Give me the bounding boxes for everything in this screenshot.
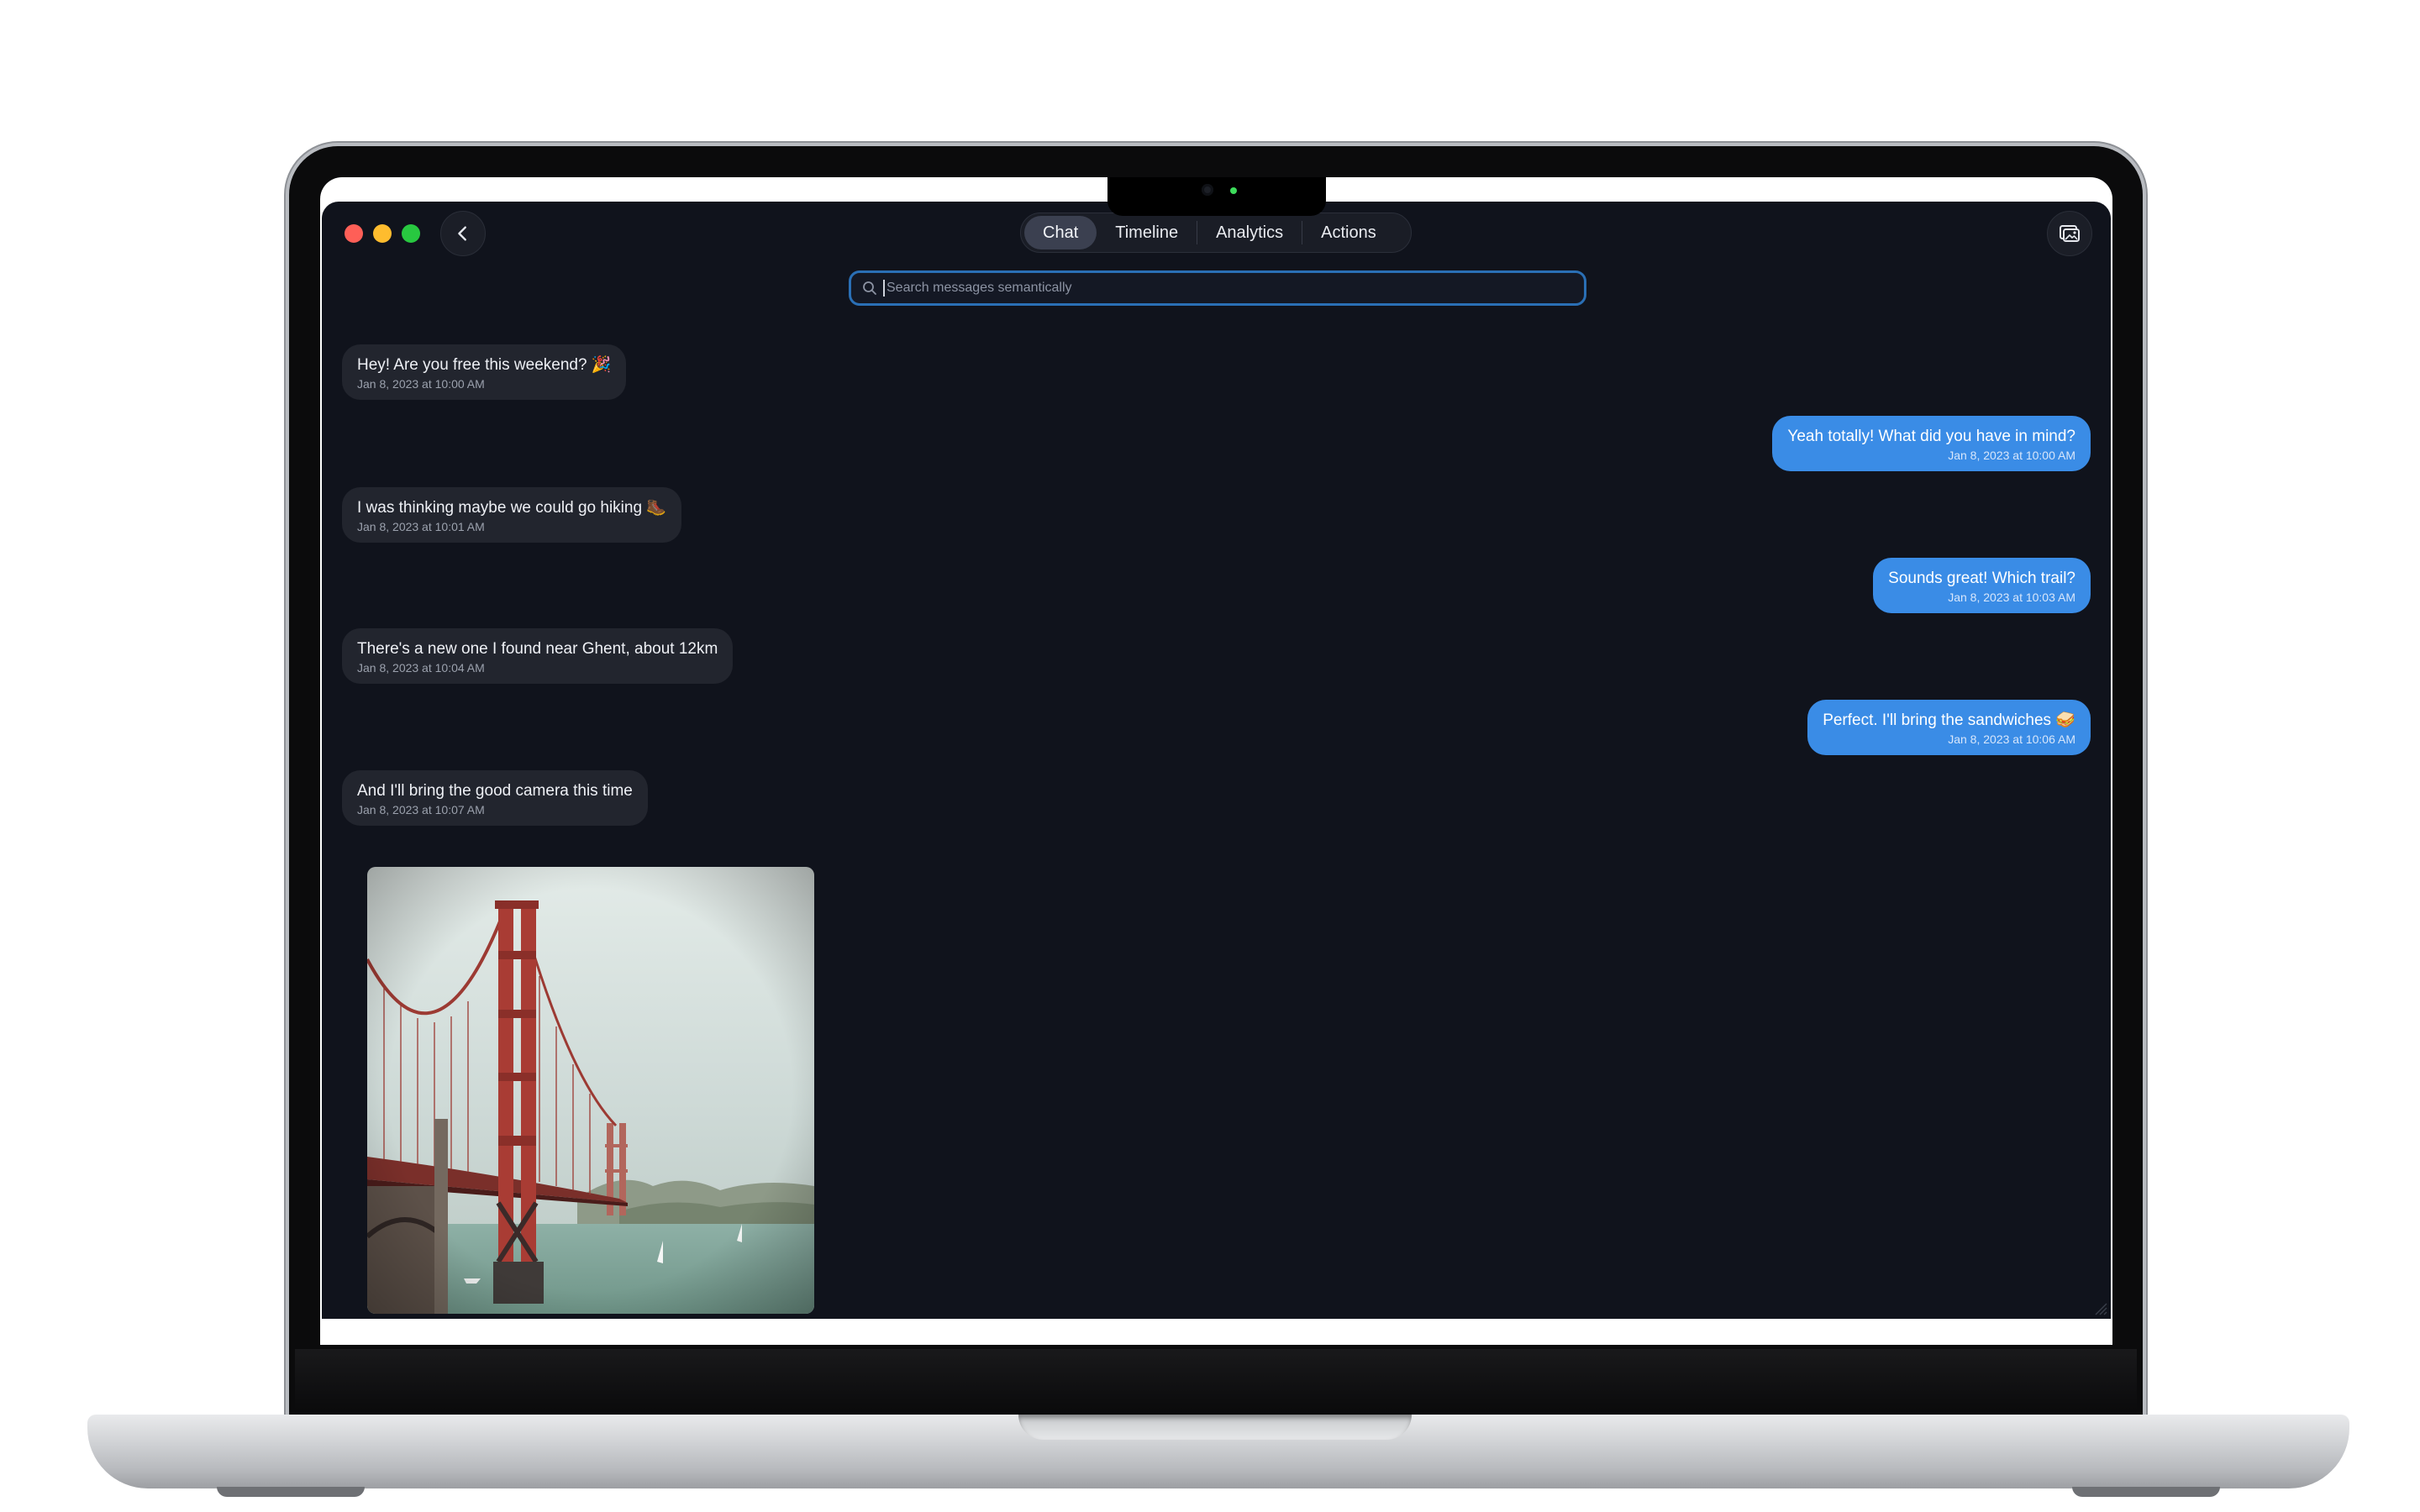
- magnifier-icon: [863, 281, 876, 295]
- window-close-button[interactable]: [345, 224, 363, 243]
- window-zoom-button[interactable]: [402, 224, 420, 243]
- camera-notch: [1107, 177, 1326, 216]
- resize-grip-icon[interactable]: [2092, 1300, 2107, 1315]
- message-text: I was thinking maybe we could go hiking …: [357, 499, 666, 517]
- tab-timeline[interactable]: Timeline: [1097, 216, 1197, 249]
- message-text: Hey! Are you free this weekend? 🎉: [357, 356, 612, 374]
- message-incoming[interactable]: Hey! Are you free this weekend? 🎉 Jan 8,…: [342, 344, 627, 400]
- photo-gallery-icon: [2060, 225, 2080, 242]
- message-text: Yeah totally! What did you have in mind?: [1787, 428, 2075, 445]
- message-incoming[interactable]: I was thinking maybe we could go hiking …: [342, 487, 681, 543]
- tab-analytics[interactable]: Analytics: [1197, 216, 1302, 249]
- laptop-foot-left: [217, 1487, 365, 1497]
- view-switcher: Chat Timeline Analytics Actions: [1020, 213, 1412, 253]
- laptop-chin: [295, 1349, 2137, 1415]
- laptop-lip-notch: [1018, 1415, 1412, 1440]
- message-text: Sounds great! Which trail?: [1888, 570, 2075, 587]
- message-text: And I'll bring the good camera this time: [357, 782, 633, 800]
- laptop-foot-right: [2072, 1487, 2220, 1497]
- camera-indicator-light: [1230, 187, 1237, 194]
- message-text: There's a new one I found near Ghent, ab…: [357, 640, 718, 658]
- message-incoming[interactable]: And I'll bring the good camera this time…: [342, 770, 648, 826]
- tab-actions[interactable]: Actions: [1302, 216, 1395, 249]
- back-button[interactable]: [440, 211, 486, 256]
- window-minimize-button[interactable]: [373, 224, 392, 243]
- message-outgoing[interactable]: Yeah totally! What did you have in mind?…: [1772, 416, 2091, 471]
- message-text: Perfect. I'll bring the sandwiches 🥪: [1823, 711, 2075, 729]
- message-timestamp: Jan 8, 2023 at 10:07 AM: [357, 803, 485, 816]
- message-timestamp: Jan 8, 2023 at 10:00 AM: [357, 377, 485, 391]
- message-timestamp: Jan 8, 2023 at 10:00 AM: [1948, 449, 2075, 462]
- message-timestamp: Jan 8, 2023 at 10:06 AM: [1948, 732, 2075, 746]
- golden-gate-bridge-photo: [367, 867, 814, 1314]
- message-timestamp: Jan 8, 2023 at 10:01 AM: [357, 520, 485, 533]
- tab-chat[interactable]: Chat: [1024, 216, 1097, 249]
- gallery-button[interactable]: [2047, 211, 2092, 256]
- camera-lens: [1202, 184, 1213, 196]
- message-incoming[interactable]: There's a new one I found near Ghent, ab…: [342, 628, 734, 684]
- image-attachment[interactable]: [367, 867, 814, 1314]
- message-timestamp: Jan 8, 2023 at 10:04 AM: [357, 661, 485, 675]
- semantic-search-bar: [849, 270, 1586, 306]
- chevron-left-icon: [458, 226, 466, 241]
- search-input[interactable]: [883, 280, 1584, 297]
- message-timestamp: Jan 8, 2023 at 10:03 AM: [1948, 591, 2075, 604]
- chat-app-window: Chat Timeline Analytics Actions Hey! Are…: [322, 202, 2111, 1319]
- message-outgoing[interactable]: Perfect. I'll bring the sandwiches 🥪 Jan…: [1807, 700, 2091, 755]
- message-outgoing[interactable]: Sounds great! Which trail? Jan 8, 2023 a…: [1873, 558, 2091, 613]
